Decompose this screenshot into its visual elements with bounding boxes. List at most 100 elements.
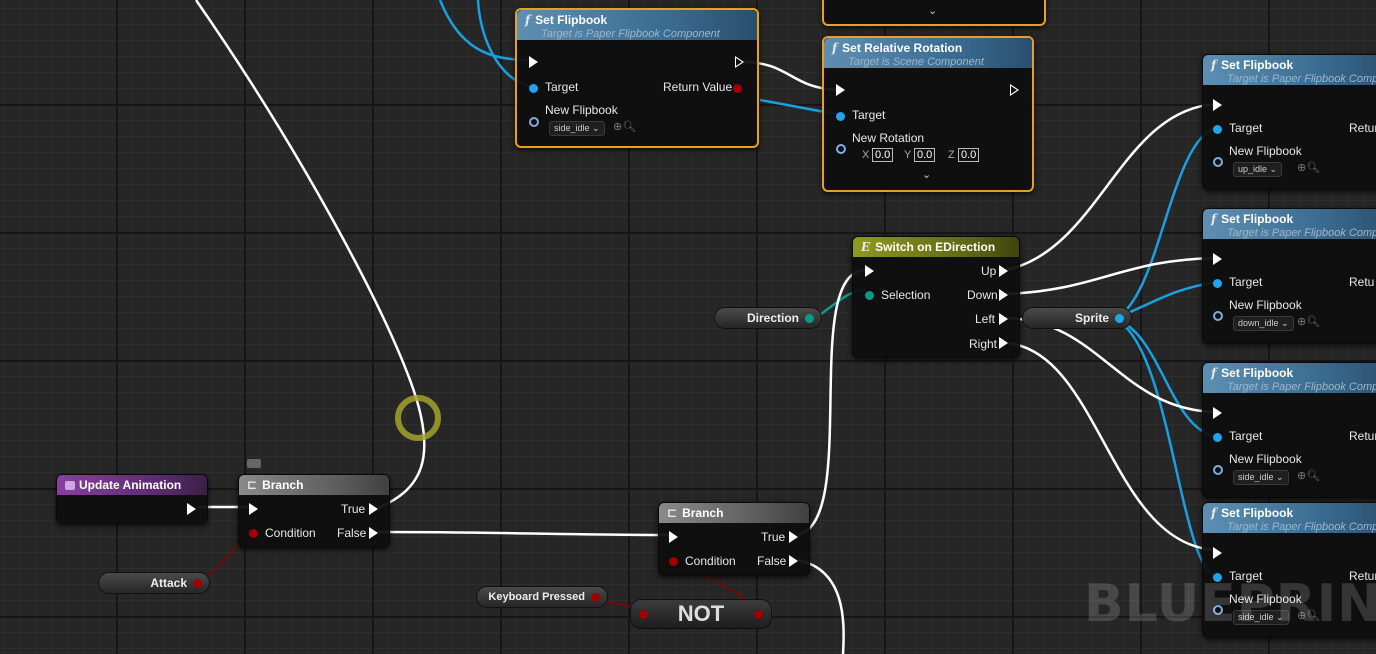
chevron-down-icon[interactable]: ⌄ — [928, 4, 937, 17]
up-label: Up — [981, 264, 997, 278]
rotation-x-input[interactable]: 0.0 — [872, 148, 894, 162]
flipbook-dropdown[interactable]: side_idle ⌄ — [1233, 470, 1289, 485]
new-flipbook-pin[interactable] — [1213, 311, 1223, 321]
sprite-variable-node[interactable]: Sprite — [1022, 307, 1132, 329]
function-icon: f — [1211, 58, 1217, 72]
chevron-down-icon[interactable]: ⌄ — [922, 168, 931, 181]
exec-in-pin[interactable] — [836, 84, 845, 96]
not-input-pin[interactable] — [639, 610, 648, 619]
direction-variable-node[interactable]: Direction — [714, 307, 822, 329]
rotation-y-input[interactable]: 0.0 — [914, 148, 936, 162]
rotation-z-input[interactable]: 0.0 — [958, 148, 980, 162]
keyboard-pressed-label: Keyboard Pressed — [488, 591, 585, 603]
wire-right — [1005, 341, 1217, 552]
node-title: Branch — [682, 506, 724, 520]
target-pin[interactable] — [1213, 279, 1222, 288]
wire-sprite-4 — [1113, 317, 1217, 578]
false-exec-pin[interactable] — [789, 555, 798, 567]
exec-in-pin[interactable] — [249, 503, 258, 515]
new-flipbook-pin[interactable] — [1213, 465, 1223, 475]
up-exec-pin[interactable] — [999, 265, 1008, 277]
set-flipbook-node-1[interactable]: f Set Flipbook Target is Paper Flipbook Co… — [1202, 54, 1376, 190]
browse-icon[interactable]: ⊕🔍︎ — [613, 120, 636, 133]
node-header: f Set Flipbook Target is Paper Flipbook Co… — [1203, 503, 1376, 533]
sprite-pin[interactable] — [1115, 314, 1124, 323]
attack-pin[interactable] — [193, 579, 202, 588]
exec-out-pin[interactable] — [1010, 84, 1019, 96]
partial-node-top[interactable]: ⌄ — [822, 0, 1046, 26]
flipbook-dropdown[interactable]: down_idle ⌄ — [1233, 316, 1294, 331]
new-rotation-pin[interactable] — [836, 144, 846, 154]
right-label: Right — [969, 337, 998, 351]
node-subtitle: Target is Paper Flipbook Comp — [1227, 521, 1376, 533]
switch-icon: E — [861, 240, 871, 254]
update-animation-event-node[interactable]: Update Animation — [56, 474, 208, 524]
branch-icon: ⊏ — [247, 478, 258, 492]
target-pin[interactable] — [1213, 125, 1222, 134]
exec-in-pin[interactable] — [1213, 407, 1222, 419]
down-label: Down — [967, 288, 998, 302]
new-flipbook-pin[interactable] — [529, 117, 539, 127]
condition-pin[interactable] — [249, 529, 258, 538]
exec-in-pin[interactable] — [529, 56, 538, 68]
left-exec-pin[interactable] — [999, 313, 1008, 325]
switch-on-edirection-node[interactable]: E Switch on EDirection Selection Up Down … — [852, 236, 1020, 358]
condition-label: Condition — [685, 554, 736, 568]
return-value-label: Retur — [1349, 429, 1376, 443]
new-rotation-label: New Rotation — [852, 131, 925, 145]
set-relative-rotation-node[interactable]: f Set Relative Rotation Target is Scene C… — [822, 36, 1034, 192]
exec-in-pin[interactable] — [1213, 253, 1222, 265]
set-flipbook-node-2[interactable]: f Set Flipbook Target is Paper Flipbook Co… — [1202, 208, 1376, 344]
exec-out-pin[interactable] — [735, 56, 744, 68]
y-label: Y — [904, 149, 912, 161]
target-label: Target — [1229, 121, 1263, 135]
target-pin[interactable] — [1213, 433, 1222, 442]
set-flipbook-node-3[interactable]: f Set Flipbook Target is Paper Flipbook Co… — [1202, 362, 1376, 498]
flipbook-dropdown[interactable]: side_idle ⌄ — [549, 121, 605, 136]
not-output-pin[interactable] — [754, 610, 763, 619]
function-icon: f — [1211, 506, 1217, 520]
keyboard-pressed-variable-node[interactable]: Keyboard Pressed — [476, 586, 608, 608]
false-label: False — [757, 554, 787, 568]
exec-in-pin[interactable] — [1213, 99, 1222, 111]
exec-out-pin[interactable] — [187, 503, 196, 515]
wire-false-branch2 — [377, 530, 671, 537]
set-flipbook-node-top[interactable]: f Set Flipbook Target is Paper Flipbook C… — [515, 8, 759, 148]
comment-bubble-icon[interactable] — [247, 459, 261, 468]
condition-pin[interactable] — [669, 557, 678, 566]
true-exec-pin[interactable] — [789, 531, 798, 543]
browse-icon[interactable]: ⊕🔍︎ — [1297, 469, 1320, 482]
target-label: Target — [1229, 275, 1263, 289]
keyboard-pressed-pin[interactable] — [591, 593, 600, 602]
not-node[interactable]: NOT — [630, 599, 772, 629]
exec-in-pin[interactable] — [865, 265, 874, 277]
node-title: Set Flipbook — [1221, 366, 1294, 380]
node-subtitle: Target is Paper Flipbook Comp — [1227, 381, 1376, 393]
wire-left — [1005, 316, 1217, 414]
wire-up — [1005, 102, 1217, 272]
branch-node-1[interactable]: ⊏ Branch True Condition False — [238, 474, 390, 548]
new-flipbook-pin[interactable] — [1213, 157, 1223, 167]
target-pin[interactable] — [836, 112, 845, 121]
false-exec-pin[interactable] — [369, 527, 378, 539]
return-value-pin[interactable] — [733, 84, 742, 93]
selection-pin[interactable] — [865, 291, 874, 300]
flipbook-dropdown[interactable]: up_idle ⌄ — [1233, 162, 1283, 177]
node-header: f Set Flipbook Target is Paper Flipbook Co… — [1203, 209, 1376, 239]
target-label: Target — [545, 80, 579, 94]
right-exec-pin[interactable] — [999, 337, 1008, 349]
z-label: Z — [948, 149, 955, 161]
blueprint-watermark: BLUEPRINT — [1084, 574, 1376, 634]
browse-icon[interactable]: ⊕🔍︎ — [1297, 161, 1320, 174]
target-label: Target — [1229, 429, 1263, 443]
exec-in-pin[interactable] — [1213, 547, 1222, 559]
exec-in-pin[interactable] — [669, 531, 678, 543]
attack-variable-node[interactable]: Attack — [98, 572, 210, 594]
true-exec-pin[interactable] — [369, 503, 378, 515]
direction-pin[interactable] — [805, 314, 814, 323]
node-header: ⊏ Branch — [239, 475, 389, 495]
browse-icon[interactable]: ⊕🔍︎ — [1297, 315, 1320, 328]
branch-node-2[interactable]: ⊏ Branch True Condition False — [658, 502, 810, 576]
target-pin[interactable] — [529, 84, 538, 93]
down-exec-pin[interactable] — [999, 289, 1008, 301]
